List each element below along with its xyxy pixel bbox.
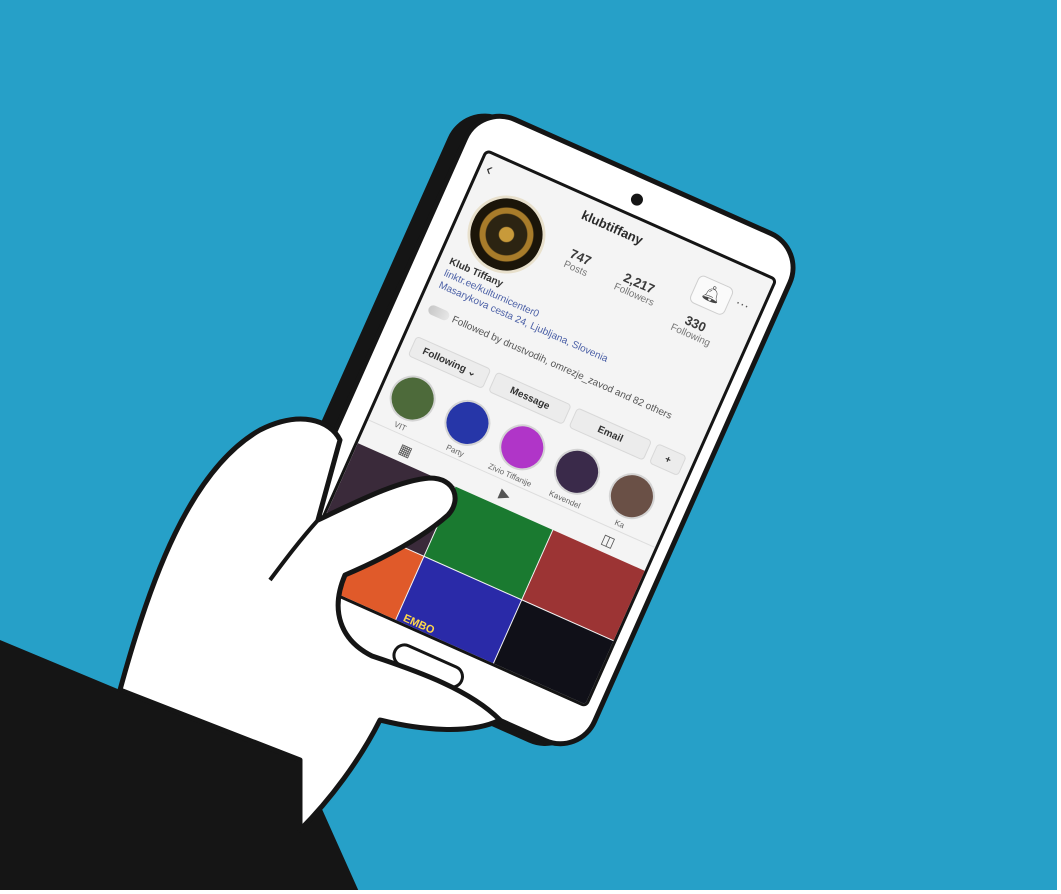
hand-illustration bbox=[0, 416, 503, 890]
illustration-background: ‹ klubtiffany 747 Posts 2,217 Followers … bbox=[0, 0, 1061, 894]
